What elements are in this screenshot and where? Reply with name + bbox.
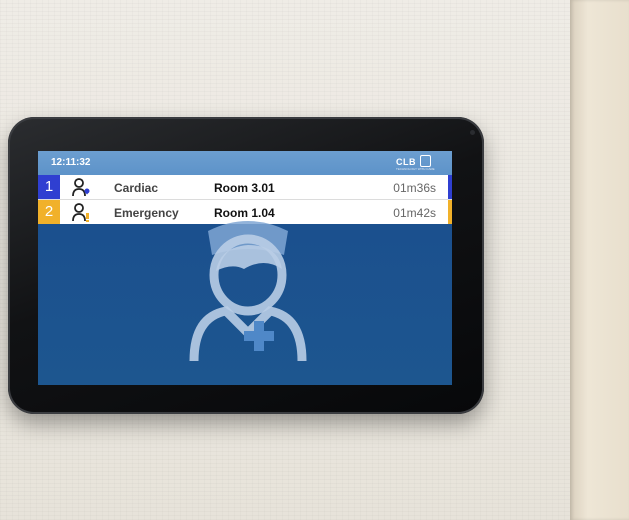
header-bar: 12:11:32 CLB TECHNOLOGY WITH CARE — [38, 151, 452, 175]
door-frame — [570, 0, 629, 520]
logo-text: CLB — [396, 157, 416, 167]
department-label: Emergency — [114, 206, 179, 220]
priority-bar — [448, 200, 452, 224]
elapsed-time: 01m36s — [393, 181, 436, 195]
room-label: Room 3.01 — [214, 181, 275, 195]
nurse-alert-icon — [72, 203, 89, 222]
department-label: Cardiac — [114, 181, 159, 195]
nurse-heart-icon — [72, 178, 90, 197]
camera-icon — [470, 130, 475, 135]
call-row[interactable]: 1 Cardiac Room 3.01 01m36s — [38, 175, 452, 200]
nurse-icon — [189, 221, 307, 362]
tablet-screen: 12:11:32 CLB TECHNOLOGY WITH CARE 1 Card… — [38, 151, 452, 385]
logo-icon — [420, 155, 431, 167]
elapsed-time: 01m42s — [393, 206, 436, 220]
priority-bar — [448, 175, 452, 199]
call-index: 2 — [38, 200, 60, 224]
logo-subtext: TECHNOLOGY WITH CARE — [396, 167, 435, 171]
brand-logo: CLB TECHNOLOGY WITH CARE — [396, 155, 436, 171]
tablet-device: 12:11:32 CLB TECHNOLOGY WITH CARE 1 Card… — [8, 117, 484, 414]
call-index: 1 — [38, 175, 60, 199]
clock: 12:11:32 — [51, 157, 91, 168]
